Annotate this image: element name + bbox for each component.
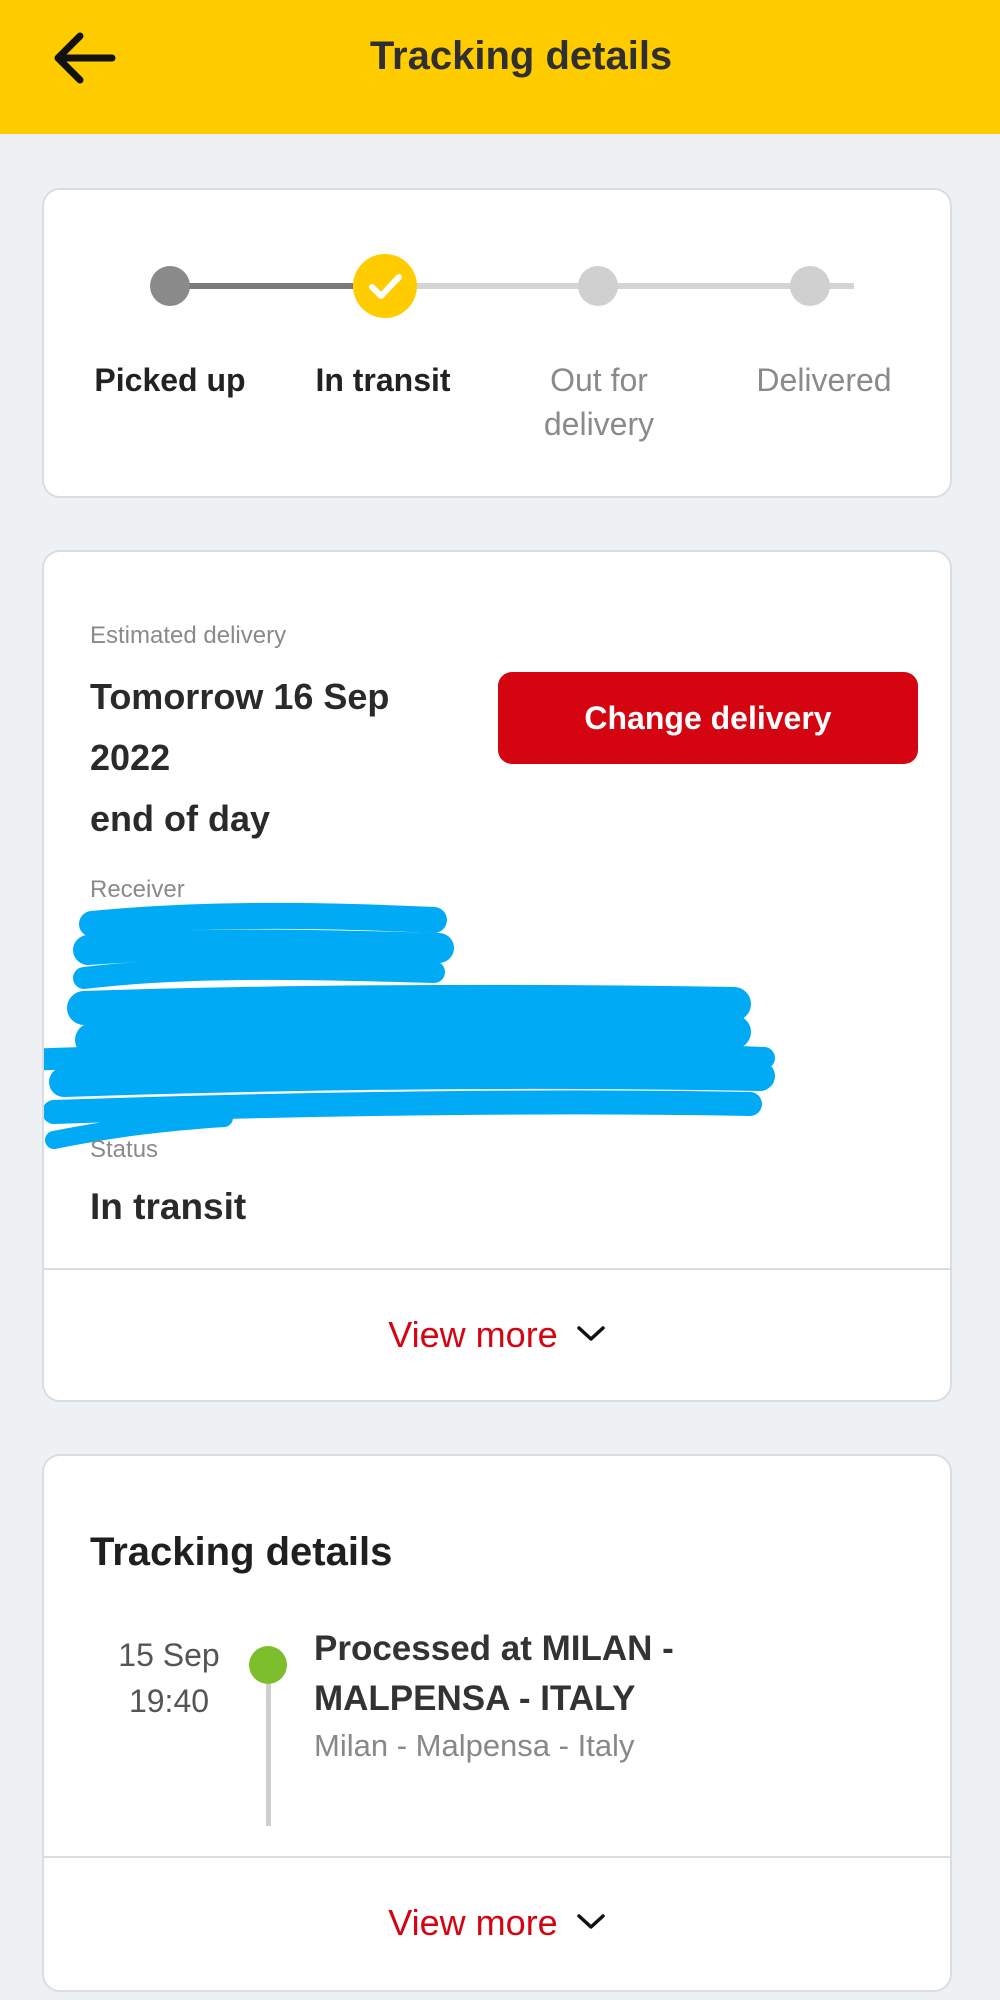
status-label: Status: [90, 1136, 159, 1163]
progress-line-done: [170, 283, 384, 289]
tracking-details-card: Tracking details 15 Sep 19:40 Processed …: [42, 1454, 952, 1992]
view-more-label: View more: [388, 1314, 558, 1355]
page-title: Tracking details: [369, 34, 673, 78]
status-value: In transit: [90, 1186, 247, 1227]
step-dot-out-for-delivery: [578, 266, 618, 306]
step-label-picked-up: Picked up: [94, 362, 246, 398]
event-datetime: 15 Sep 19:40: [94, 1632, 244, 1724]
event-title: Processed at MILAN - MALPENSA - ITALY: [314, 1629, 674, 1718]
view-more-tracking-button[interactable]: View more: [44, 1858, 950, 1988]
event-location: Milan - Malpensa - Italy: [314, 1728, 635, 1763]
progress-line-pending: [384, 283, 854, 289]
step-dot-delivered: [790, 266, 830, 306]
step-dot-picked-up: [150, 266, 190, 306]
event-date: 15 Sep: [118, 1637, 220, 1673]
chevron-down-icon: [576, 1267, 606, 1397]
delivery-info-card: Estimated delivery Tomorrow 16 Sep 2022 …: [42, 550, 952, 1402]
step-label-delivered: Delivered: [756, 362, 892, 398]
step-dot-in-transit: [353, 254, 417, 318]
shipment-progress-card: Picked up In transit Out for delivery De…: [42, 188, 952, 498]
app-header: Tracking details: [0, 0, 1000, 134]
step-label-in-transit: In transit: [315, 362, 451, 398]
view-more-delivery-button[interactable]: View more: [44, 1270, 950, 1400]
timeline-dot: [249, 1646, 287, 1684]
checkmark-icon: [369, 274, 402, 299]
event-time: 19:40: [128, 1683, 210, 1719]
tracking-section-title: Tracking details: [90, 1530, 393, 1574]
view-more-label: View more: [388, 1902, 558, 1943]
chevron-down-icon: [576, 1855, 606, 1985]
step-label-out-for-delivery: Out for delivery: [543, 362, 655, 442]
